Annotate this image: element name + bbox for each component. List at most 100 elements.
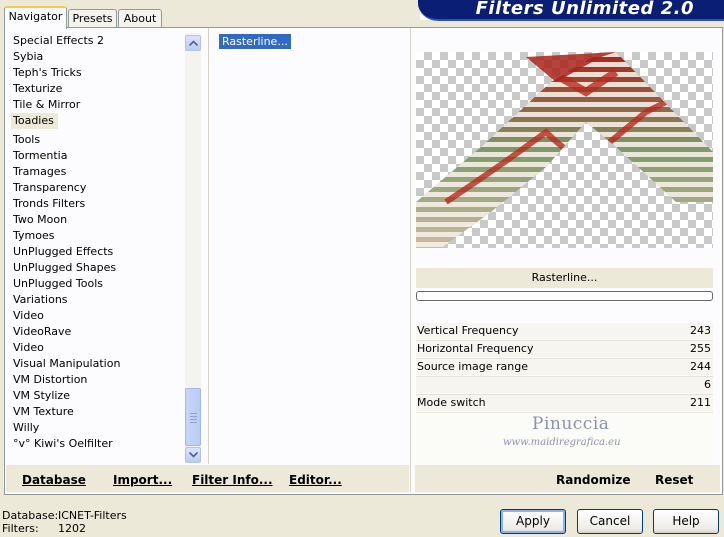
category-item[interactable]: VM Texture xyxy=(11,404,183,420)
category-item-label: Video xyxy=(13,341,44,354)
category-item[interactable]: UnPlugged Effects xyxy=(11,244,183,260)
scroll-down-button[interactable] xyxy=(185,447,201,463)
category-item[interactable]: Variations xyxy=(11,292,183,308)
parameter-row-empty xyxy=(416,449,713,465)
category-item-label: Willy xyxy=(13,421,40,434)
category-item-label: Tile & Mirror xyxy=(13,98,81,111)
category-item[interactable]: Video xyxy=(11,340,183,356)
category-item-label: VM Texture xyxy=(13,405,74,418)
category-item[interactable]: Visual Manipulation xyxy=(11,356,183,372)
status-database-value: ICNET-Filters xyxy=(58,509,127,522)
category-item[interactable]: Teph's Tricks xyxy=(11,65,183,81)
parameter-label: Vertical Frequency xyxy=(417,324,519,337)
category-item[interactable]: VM Distortion xyxy=(11,372,183,388)
category-item-label: Tormentia xyxy=(13,149,68,162)
parameter-value: 6 xyxy=(704,378,711,391)
category-item-label: Tools xyxy=(13,133,41,146)
preview-divider xyxy=(410,28,411,492)
cancel-button[interactable]: Cancel xyxy=(577,509,643,534)
filter-item-rasterline[interactable]: Rasterline... xyxy=(219,34,291,49)
tab-about[interactable]: About xyxy=(118,9,162,27)
tab-presets[interactable]: Presets xyxy=(68,9,117,27)
category-item[interactable]: Tymoes xyxy=(11,228,183,244)
watermark-url: www.maidiregrafica.eu xyxy=(503,437,621,448)
randomize-button[interactable]: Randomize xyxy=(556,473,630,487)
apply-button[interactable]: Apply xyxy=(500,509,566,534)
parameter-label: Source image range xyxy=(417,360,529,373)
scroll-up-button[interactable] xyxy=(185,35,201,51)
category-item[interactable]: Tile & Mirror xyxy=(11,97,183,113)
status-filters-value: 1202 xyxy=(58,522,86,535)
title-banner: Filters Unlimited 2.0 xyxy=(418,0,724,21)
category-item[interactable]: Willy xyxy=(11,420,183,436)
category-item[interactable]: UnPlugged Tools xyxy=(11,276,183,292)
scroll-thumb[interactable] xyxy=(185,388,201,446)
category-item-label: Teph's Tricks xyxy=(13,66,82,79)
app-title: Filters Unlimited 2.0 xyxy=(475,0,694,19)
watermark-name: Pinuccia xyxy=(532,414,610,434)
category-list[interactable]: Special Effects 2 Sybia Teph's Tricks Textu… xyxy=(11,33,183,452)
category-item[interactable]: Texturize xyxy=(11,81,183,97)
parameter-value: 243 xyxy=(690,324,711,337)
category-item-label: Transparency xyxy=(13,181,87,194)
editor-button[interactable]: Editor... xyxy=(289,473,342,487)
progress-bar xyxy=(416,291,713,301)
category-item-label: Two Moon xyxy=(13,213,68,226)
category-item[interactable]: °v° Kiwi's Oelfilter xyxy=(11,436,183,452)
category-item-label: Sybia xyxy=(13,50,44,63)
category-item[interactable]: Sybia xyxy=(11,49,183,65)
category-item[interactable]: Special Effects 2 xyxy=(11,33,183,49)
category-item-label: UnPlugged Effects xyxy=(13,245,114,258)
parameter-row[interactable]: Vertical Frequency 243 xyxy=(416,323,713,339)
preview-image xyxy=(416,52,713,248)
reset-button[interactable]: Reset xyxy=(655,473,693,487)
category-item[interactable]: Tools xyxy=(11,132,183,148)
import-button[interactable]: Import... xyxy=(113,473,172,487)
chevron-up-icon xyxy=(188,40,198,46)
category-item[interactable]: Tormentia xyxy=(11,148,183,164)
category-item[interactable]: VM Stylize xyxy=(11,388,183,404)
category-item[interactable]: UnPlugged Shapes xyxy=(11,260,183,276)
filter-name-label: Rasterline... xyxy=(416,268,713,288)
help-button[interactable]: Help xyxy=(653,509,719,534)
parameter-value: 211 xyxy=(690,396,711,409)
category-item-label: Tramages xyxy=(13,165,67,178)
category-item-label: Toadies xyxy=(11,113,58,129)
database-button[interactable]: Database xyxy=(22,473,86,487)
preview-artwork xyxy=(416,52,713,248)
parameter-row[interactable]: 6 xyxy=(416,377,713,393)
parameter-row[interactable]: Horizontal Frequency 255 xyxy=(416,341,713,357)
parameter-value: 255 xyxy=(690,342,711,355)
category-item[interactable]: Toadies xyxy=(11,113,183,132)
chevron-down-icon xyxy=(188,452,198,458)
parameter-row[interactable]: Source image range 244 xyxy=(416,359,713,375)
category-item-label: Visual Manipulation xyxy=(13,357,121,370)
parameter-label: Horizontal Frequency xyxy=(417,342,534,355)
category-item[interactable]: Two Moon xyxy=(11,212,183,228)
category-item-label: Tronds Filters xyxy=(13,197,86,210)
parameter-value: 244 xyxy=(690,360,711,373)
category-item-label: Tymoes xyxy=(13,229,55,242)
category-item-label: VideoRave xyxy=(13,325,72,338)
parameter-row[interactable]: Mode switch 211 xyxy=(416,395,713,411)
category-item-label: UnPlugged Shapes xyxy=(13,261,117,274)
category-item-label: VM Distortion xyxy=(13,373,88,386)
category-item[interactable]: Video xyxy=(11,308,183,324)
status-filters-label: Filters: xyxy=(2,522,39,535)
tab-navigator[interactable]: Navigator xyxy=(4,6,67,29)
category-item-label: Variations xyxy=(13,293,68,306)
category-item[interactable]: VideoRave xyxy=(11,324,183,340)
category-item-label: VM Stylize xyxy=(13,389,70,402)
status-database-label: Database: xyxy=(2,509,59,522)
category-item[interactable]: Transparency xyxy=(11,180,183,196)
parameter-label: Mode switch xyxy=(417,396,486,409)
category-item-label: Texturize xyxy=(13,82,63,95)
category-item-label: °v° Kiwi's Oelfilter xyxy=(13,437,113,450)
category-item-label: Special Effects 2 xyxy=(13,34,105,47)
list-divider xyxy=(208,28,209,464)
category-item-label: UnPlugged Tools xyxy=(13,277,103,290)
filter-info-button[interactable]: Filter Info... xyxy=(192,473,273,487)
category-item-label: Video xyxy=(13,309,44,322)
category-item[interactable]: Tramages xyxy=(11,164,183,180)
category-item[interactable]: Tronds Filters xyxy=(11,196,183,212)
